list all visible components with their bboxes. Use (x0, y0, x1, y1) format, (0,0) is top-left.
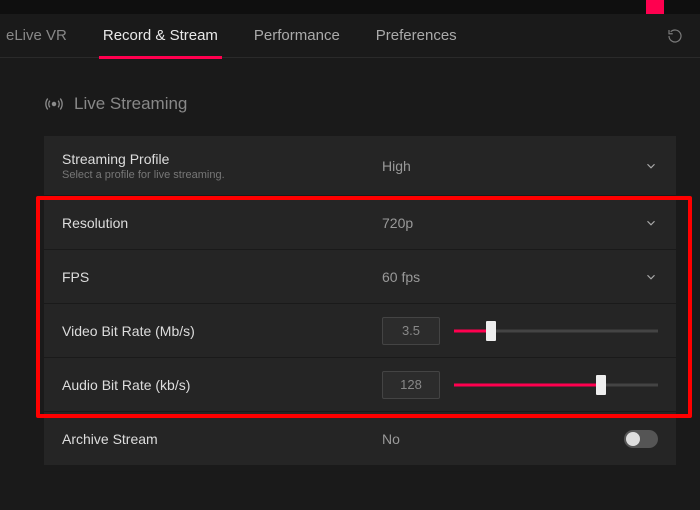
video-bitrate-label: Video Bit Rate (Mb/s) (62, 323, 382, 339)
tab-preferences[interactable]: Preferences (358, 14, 475, 58)
broadcast-icon (44, 94, 64, 114)
chevron-down-icon[interactable] (644, 159, 658, 173)
section-title: Live Streaming (74, 94, 187, 114)
profile-sublabel: Select a profile for live streaming. (62, 169, 382, 181)
tab-relive-vr[interactable]: eLive VR (0, 14, 85, 58)
row-streaming-profile: Streaming Profile Select a profile for l… (44, 136, 676, 196)
row-video-bitrate: Video Bit Rate (Mb/s) (44, 304, 676, 358)
profile-value: High (382, 158, 411, 174)
tab-label: Performance (254, 27, 340, 44)
audio-bitrate-slider[interactable] (454, 375, 658, 395)
slider-thumb[interactable] (596, 375, 606, 395)
tab-label: Record & Stream (103, 27, 218, 44)
audio-bitrate-input[interactable] (382, 371, 440, 399)
video-bitrate-input[interactable] (382, 317, 440, 345)
archive-value: No (382, 431, 400, 447)
slider-fill (454, 383, 601, 386)
accent-strip (646, 0, 664, 14)
profile-label: Streaming Profile (62, 151, 382, 167)
fps-value: 60 fps (382, 269, 420, 285)
tab-label: Preferences (376, 27, 457, 44)
resolution-value: 720p (382, 215, 413, 231)
row-archive-stream: Archive Stream No (44, 412, 676, 466)
reset-icon[interactable] (666, 27, 684, 45)
window-titlebar (0, 0, 700, 14)
tab-performance[interactable]: Performance (236, 14, 358, 58)
row-audio-bitrate: Audio Bit Rate (kb/s) (44, 358, 676, 412)
tab-bar: eLive VR Record & Stream Performance Pre… (0, 14, 700, 58)
row-resolution: Resolution 720p (44, 196, 676, 250)
settings-panel: Live Streaming Streaming Profile Select … (0, 58, 700, 466)
slider-thumb[interactable] (486, 321, 496, 341)
chevron-down-icon[interactable] (644, 216, 658, 230)
tab-label: eLive VR (6, 27, 67, 44)
audio-bitrate-label: Audio Bit Rate (kb/s) (62, 377, 382, 393)
row-fps: FPS 60 fps (44, 250, 676, 304)
toggle-knob (626, 432, 640, 446)
section-header: Live Streaming (4, 94, 696, 114)
fps-label: FPS (62, 269, 382, 285)
video-bitrate-slider[interactable] (454, 321, 658, 341)
tab-record-stream[interactable]: Record & Stream (85, 14, 236, 58)
settings-list: Streaming Profile Select a profile for l… (44, 136, 676, 466)
chevron-down-icon[interactable] (644, 270, 658, 284)
resolution-label: Resolution (62, 215, 382, 231)
archive-label: Archive Stream (62, 431, 382, 447)
archive-toggle[interactable] (624, 430, 658, 448)
